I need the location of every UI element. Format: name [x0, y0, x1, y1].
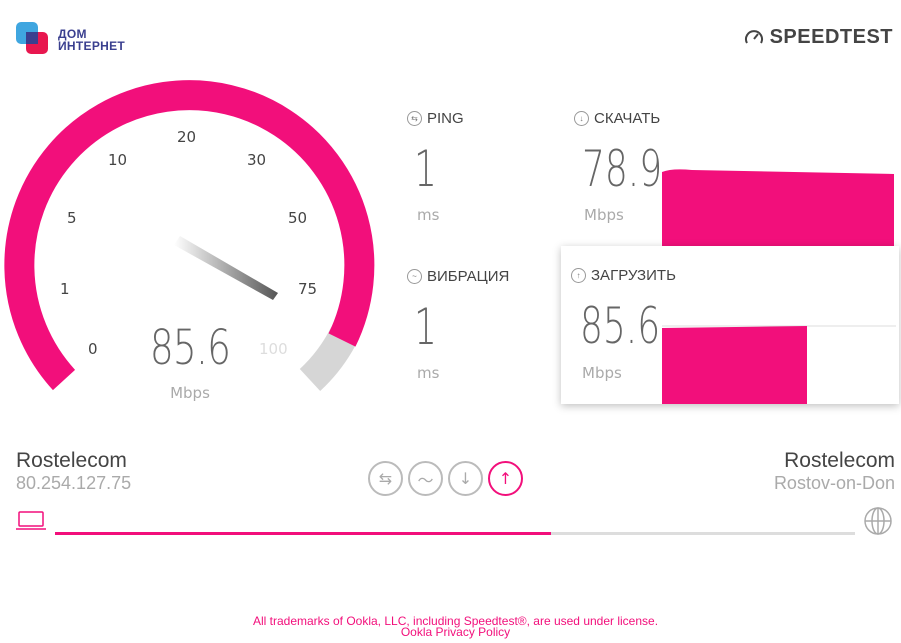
download-label: ↓ СКАЧАТЬ	[574, 110, 660, 127]
laptop-icon	[16, 511, 46, 530]
download-step-button[interactable]: ↓	[448, 461, 483, 496]
jitter-value: 1	[414, 298, 437, 356]
speedtest-brand[interactable]: SPEEDTEST	[744, 26, 893, 49]
test-progress-fill	[55, 532, 551, 535]
upload-graph	[662, 325, 896, 404]
gauge-tick: 20	[177, 128, 196, 146]
gauge-tick: 10	[108, 151, 127, 169]
ping-label: ⇆ PING	[407, 110, 464, 127]
gauge-tick: 100	[259, 340, 288, 358]
upload-unit: Mbps	[582, 364, 622, 382]
privacy-policy-link[interactable]: Ookla Privacy Policy	[401, 625, 510, 639]
jitter-unit: ms	[417, 364, 440, 382]
gauge-tick: 1	[60, 280, 70, 298]
ping-icon: ⇆	[407, 111, 422, 126]
upload-icon: ↑	[571, 268, 586, 283]
gauge-unit: Mbps	[170, 384, 210, 402]
jitter-step-button[interactable]: ～	[408, 461, 443, 496]
client-ip: 80.254.127.75	[16, 473, 132, 493]
upload-value: 85.6	[580, 297, 661, 355]
provider-logo-text: ДОМ ИНТЕРНЕТ	[58, 27, 126, 53]
gauge-tick: 50	[288, 209, 307, 227]
server-location[interactable]: Rostov-on-Don	[774, 473, 895, 494]
test-step-controls: ⇆ ～ ↓ ↑	[368, 461, 523, 496]
gauge-value: 85.6	[149, 320, 231, 376]
upload-label: ↑ ЗАГРУЗИТЬ	[571, 267, 676, 284]
download-unit: Mbps	[584, 206, 624, 224]
ping-step-button[interactable]: ⇆	[368, 461, 403, 496]
gauge-tick: 5	[67, 209, 77, 227]
jitter-label: ~ ВИБРАЦИЯ	[407, 268, 509, 285]
speedtest-gauge-icon	[744, 29, 763, 43]
ping-unit: ms	[417, 206, 440, 224]
download-value: 78.9	[582, 140, 663, 198]
server-name[interactable]: Rostelecom	[784, 449, 895, 473]
gauge-tick: 75	[298, 280, 317, 298]
speedtest-title: SPEEDTEST	[769, 26, 893, 48]
gauge-tick: 0	[88, 340, 98, 358]
download-graph	[662, 169, 894, 246]
footer: All trademarks of Ookla, LLC, including …	[0, 615, 901, 639]
ping-value: 1	[414, 140, 437, 198]
upload-step-button[interactable]: ↑	[488, 461, 523, 496]
test-progress-bar	[55, 532, 855, 535]
client-isp: Rostelecom	[16, 449, 127, 472]
download-icon: ↓	[574, 111, 589, 126]
gauge-tick: 30	[247, 151, 266, 169]
globe-icon[interactable]	[863, 506, 893, 536]
jitter-icon: ~	[407, 269, 422, 284]
